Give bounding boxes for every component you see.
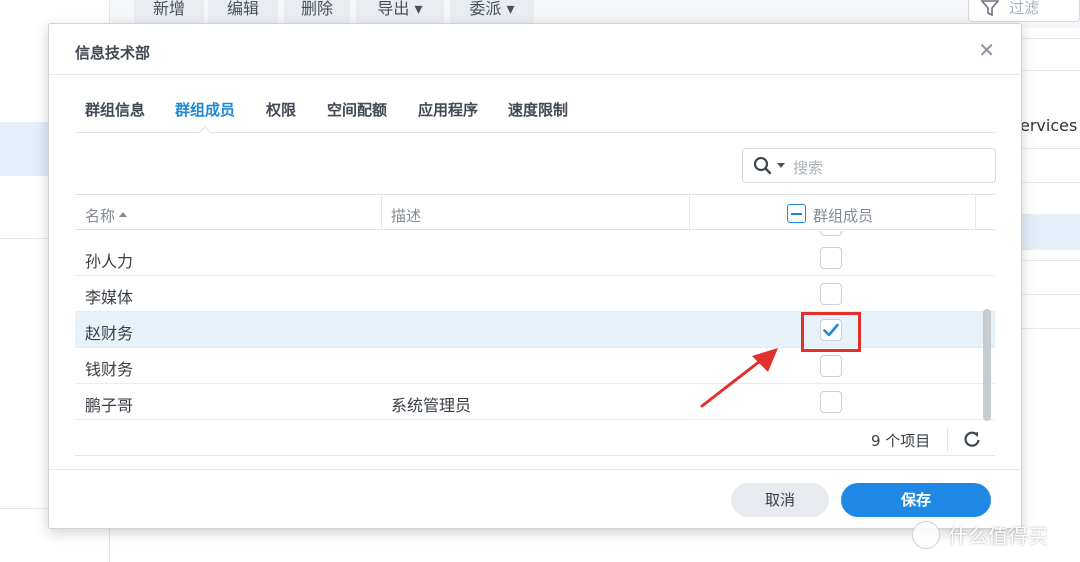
divider <box>1020 328 1080 329</box>
watermark-text: 什么值得买 <box>948 524 1048 548</box>
background-list-text: ervices <box>1020 116 1078 135</box>
background-footer <box>110 530 1020 562</box>
search-placeholder: 搜索 <box>793 159 824 177</box>
table-footer: 9 个项目 <box>75 426 995 456</box>
member-checkbox[interactable] <box>820 391 842 413</box>
divider <box>381 195 382 230</box>
search-input[interactable]: 搜索 <box>742 148 996 183</box>
background-list-selected <box>1020 214 1080 250</box>
divider <box>1020 38 1080 39</box>
table-row[interactable]: 李媒体 <box>75 276 995 312</box>
filter-placeholder: 过滤 <box>1009 0 1040 17</box>
member-name: 孙人力 <box>85 252 134 271</box>
divider <box>49 74 1021 75</box>
table-row[interactable]: 孙人力 <box>75 240 995 276</box>
member-name: 钱财务 <box>85 360 134 379</box>
member-name: 李媒体 <box>85 288 134 307</box>
watermark-logo-icon <box>912 521 940 549</box>
divider <box>1020 294 1080 295</box>
chevron-down-icon[interactable] <box>777 163 785 168</box>
divider <box>1020 182 1080 183</box>
active-tab-caret <box>199 126 211 133</box>
save-button[interactable]: 保存 <box>841 483 991 517</box>
table-row[interactable]: 鹏子哥 系统管理员 <box>75 384 995 420</box>
column-header-desc[interactable]: 描述 <box>391 205 421 226</box>
tab-permissions[interactable]: 权限 <box>266 99 296 120</box>
export-button[interactable]: 导出 ▾ <box>356 0 444 24</box>
divider <box>1020 260 1080 261</box>
delete-button[interactable]: 删除 <box>284 0 350 24</box>
member-checkbox[interactable] <box>820 247 842 269</box>
annotation-highlight-box <box>801 312 861 352</box>
annotation-arrow-icon <box>700 348 778 408</box>
tab-group-members[interactable]: 群组成员 <box>175 99 235 120</box>
edit-button[interactable]: 编辑 <box>208 0 278 24</box>
member-name: 鹏子哥 <box>85 396 134 415</box>
table-scrollbar[interactable] <box>983 309 991 421</box>
item-count: 9 个项目 <box>871 432 931 450</box>
column-header-member[interactable]: 群组成员 <box>813 205 873 226</box>
divider <box>689 195 690 230</box>
tab-applications[interactable]: 应用程序 <box>418 99 478 120</box>
table-header: 名称 描述 群组成员 <box>75 194 995 230</box>
refresh-icon[interactable] <box>961 428 983 450</box>
search-icon[interactable] <box>753 156 775 176</box>
filter-icon <box>980 0 1000 19</box>
tab-group-info[interactable]: 群组信息 <box>85 99 145 120</box>
partial-row-checkbox <box>820 231 842 236</box>
background-list: ervices <box>1020 28 1080 562</box>
table-row[interactable]: 钱财务 <box>75 348 995 384</box>
divider <box>975 195 976 230</box>
member-checkbox[interactable] <box>820 355 842 377</box>
tab-speed-limit[interactable]: 速度限制 <box>508 99 568 120</box>
divider <box>947 428 948 452</box>
column-header-name[interactable]: 名称 <box>85 205 128 226</box>
divider <box>1020 70 1080 71</box>
tab-divider <box>75 132 995 133</box>
member-table: 名称 描述 群组成员 孙人力 李媒体 赵财务 钱财务 鹏子哥 系统管理员 9 个… <box>75 194 995 456</box>
select-all-checkbox[interactable] <box>787 204 806 223</box>
divider <box>49 469 1021 470</box>
member-desc: 系统管理员 <box>391 396 472 415</box>
add-button[interactable]: 新增 <box>134 0 204 24</box>
member-name: 赵财务 <box>85 324 134 343</box>
close-icon[interactable]: ✕ <box>978 38 995 62</box>
tab-quota[interactable]: 空间配额 <box>327 99 387 120</box>
filter-input[interactable]: 过滤 <box>968 0 1080 22</box>
divider <box>1020 148 1080 149</box>
dialog-title: 信息技术部 <box>75 44 151 62</box>
delegate-button[interactable]: 委派 ▾ <box>450 0 534 24</box>
sort-asc-icon <box>119 212 128 217</box>
group-dialog: 信息技术部 ✕ 群组信息 群组成员 权限 空间配额 应用程序 速度限制 搜索 名… <box>48 23 1022 529</box>
member-checkbox[interactable] <box>820 283 842 305</box>
cancel-button[interactable]: 取消 <box>731 483 829 517</box>
